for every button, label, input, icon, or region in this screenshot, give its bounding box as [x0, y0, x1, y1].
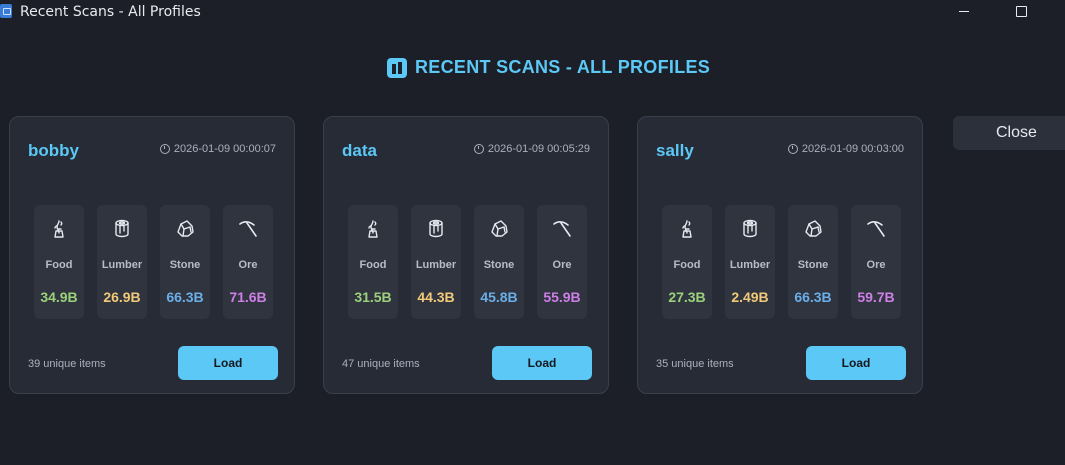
maximize-icon — [1015, 5, 1027, 17]
resource-value: 26.9B — [103, 289, 141, 305]
page-title: RECENT SCANS - ALL PROFILES — [415, 57, 711, 77]
resource-value: 55.9B — [543, 289, 581, 305]
resource-ore: Ore 59.7B — [851, 205, 901, 319]
resource-label: Ore — [238, 259, 258, 271]
resource-stone: Stone 66.3B — [160, 205, 210, 319]
resource-label: Stone — [483, 259, 515, 271]
resource-label: Lumber — [101, 259, 143, 271]
food-icon — [361, 217, 385, 241]
scan-timestamp: 2026-01-09 00:05:29 — [473, 143, 590, 155]
resource-ore: Ore 55.9B — [537, 205, 587, 319]
clock-icon — [159, 144, 170, 154]
resource-row: Food 31.5B Lumber 44.3B Stone 45.8B Ore 55.9B — [348, 205, 587, 319]
resource-row: Food 27.3B Lumber 2.49B Stone 66.3B Ore 59.7B — [662, 205, 901, 319]
resource-food: Food 27.3B — [662, 205, 712, 319]
stone-icon — [487, 217, 511, 241]
resource-value: 71.6B — [229, 289, 267, 305]
minimize-button[interactable] — [941, 0, 987, 24]
title-bar: Recent Scans - All Profiles — [0, 0, 1065, 24]
resource-label: Food — [673, 259, 701, 271]
profile-card-sally: sally 2026-01-09 00:03:00 Food 27.3B Lumbe… — [637, 116, 923, 394]
window-title: Recent Scans - All Profiles — [20, 4, 201, 20]
chart-bar-icon — [387, 57, 407, 78]
unique-items-count: 47 unique items — [342, 358, 420, 370]
page-heading: RECENT SCANS - ALL PROFILES — [387, 57, 710, 78]
timestamp-text: 2026-01-09 00:05:29 — [487, 143, 590, 155]
resource-value: 27.3B — [668, 289, 706, 305]
resource-value: 66.3B — [166, 289, 204, 305]
resource-value: 31.5B — [354, 289, 392, 305]
resource-food: Food 34.9B — [34, 205, 84, 319]
resource-stone: Stone 45.8B — [474, 205, 524, 319]
scan-timestamp: 2026-01-09 00:00:07 — [159, 143, 276, 155]
lumber-icon — [424, 217, 448, 241]
stone-icon — [173, 217, 197, 241]
unique-items-count: 35 unique items — [656, 358, 734, 370]
resource-value: 59.7B — [857, 289, 895, 305]
resource-value: 2.49B — [731, 289, 769, 305]
resource-row: Food 34.9B Lumber 26.9B Stone 66.3B Ore 71.6B — [34, 205, 273, 319]
resource-label: Ore — [552, 259, 572, 271]
resource-lumber: Lumber 44.3B — [411, 205, 461, 319]
lumber-icon — [110, 217, 134, 241]
resource-value: 66.3B — [794, 289, 832, 305]
close-button[interactable]: Close — [953, 116, 1065, 150]
profile-name: bobby — [28, 141, 79, 160]
load-button[interactable]: Load — [178, 346, 278, 380]
timestamp-text: 2026-01-09 00:03:00 — [801, 143, 904, 155]
resource-ore: Ore 71.6B — [223, 205, 273, 319]
minimize-icon — [959, 10, 969, 12]
resource-value: 34.9B — [40, 289, 78, 305]
stone-icon — [801, 217, 825, 241]
scan-timestamp: 2026-01-09 00:03:00 — [787, 143, 904, 155]
unique-items-count: 39 unique items — [28, 358, 106, 370]
resource-stone: Stone 66.3B — [788, 205, 838, 319]
resource-value: 44.3B — [417, 289, 455, 305]
profile-name: sally — [656, 141, 694, 160]
resource-label: Food — [45, 259, 73, 271]
resource-label: Stone — [169, 259, 201, 271]
app-icon — [0, 4, 12, 18]
maximize-button[interactable] — [998, 0, 1044, 24]
resource-label: Stone — [797, 259, 829, 271]
food-icon — [47, 217, 71, 241]
profile-card-data: data 2026-01-09 00:05:29 Food 31.5B Lumber… — [323, 116, 609, 394]
pickaxe-icon — [236, 217, 260, 241]
resource-food: Food 31.5B — [348, 205, 398, 319]
lumber-icon — [738, 217, 762, 241]
pickaxe-icon — [864, 217, 888, 241]
resource-label: Lumber — [415, 259, 457, 271]
profile-name: data — [342, 141, 377, 160]
load-button[interactable]: Load — [806, 346, 906, 380]
load-button[interactable]: Load — [492, 346, 592, 380]
resource-label: Lumber — [729, 259, 771, 271]
clock-icon — [473, 144, 484, 154]
timestamp-text: 2026-01-09 00:00:07 — [173, 143, 276, 155]
resource-lumber: Lumber 26.9B — [97, 205, 147, 319]
profile-card-bobby: bobby 2026-01-09 00:00:07 Food 34.9B Lumbe… — [9, 116, 295, 394]
food-icon — [675, 217, 699, 241]
pickaxe-icon — [550, 217, 574, 241]
clock-icon — [787, 144, 798, 154]
resource-label: Food — [359, 259, 387, 271]
resource-label: Ore — [866, 259, 886, 271]
resource-value: 45.8B — [480, 289, 518, 305]
resource-lumber: Lumber 2.49B — [725, 205, 775, 319]
